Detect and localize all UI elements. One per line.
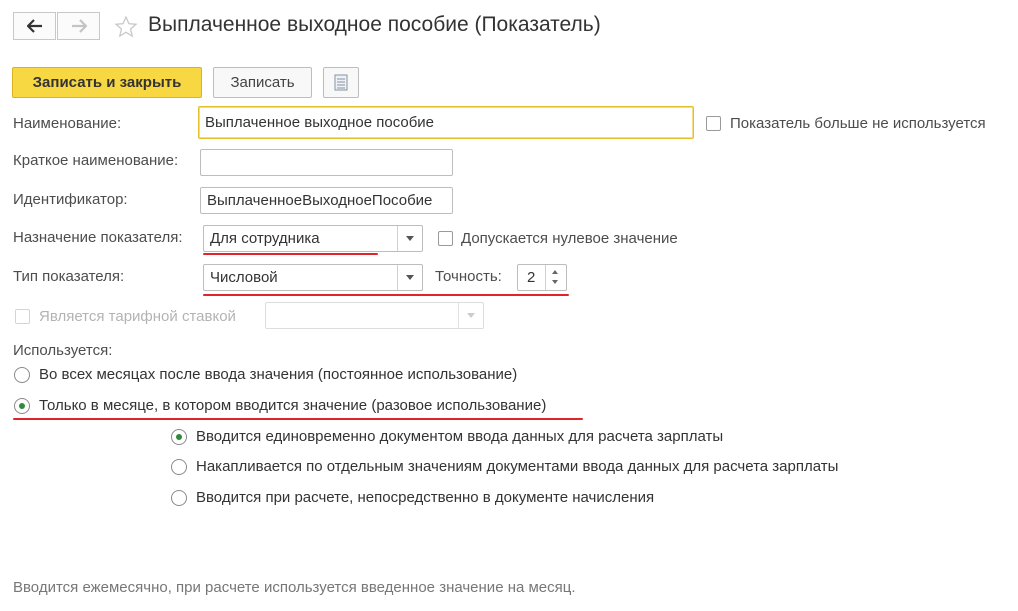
precision-label: Точность: <box>435 268 502 285</box>
usage-option-permanent-label[interactable]: Во всех месяцах после ввода значения (по… <box>39 366 517 383</box>
arrow-right-icon <box>71 19 87 33</box>
identifier-label: Идентификатор: <box>13 191 128 208</box>
sub-option-accumulate-radio[interactable] <box>171 459 187 475</box>
sub-option-document-label[interactable]: Вводится единовременно документом ввода … <box>196 428 723 445</box>
star-icon[interactable] <box>114 15 138 39</box>
stepper-buttons[interactable] <box>545 265 566 290</box>
unused-checkbox[interactable] <box>706 116 721 131</box>
precision-stepper[interactable]: 2 <box>517 264 567 291</box>
sub-option-accumulate-label[interactable]: Накапливается по отдельным значениям док… <box>196 458 838 475</box>
footer-note: Вводится ежемесячно, при расчете использ… <box>13 579 576 596</box>
unused-label: Показатель больше не используется <box>730 115 986 132</box>
identifier-field[interactable]: ВыплаченноеВыходноеПособие <box>200 187 453 214</box>
purpose-select[interactable]: Для сотрудника <box>203 225 423 252</box>
zero-allowed-label: Допускается нулевое значение <box>461 230 678 247</box>
save-button[interactable]: Записать <box>213 67 312 98</box>
stepper-down-icon[interactable] <box>552 280 558 284</box>
save-and-close-button[interactable]: Записать и закрыть <box>12 67 202 98</box>
short-name-field[interactable] <box>200 149 453 176</box>
usage-option-onetime-radio[interactable] <box>14 398 30 414</box>
type-label: Тип показателя: <box>13 268 125 285</box>
back-button[interactable] <box>13 12 56 40</box>
usage-option-onetime-label[interactable]: Только в месяце, в котором вводится знач… <box>39 397 546 414</box>
tariff-checkbox <box>15 309 30 324</box>
type-underline <box>203 294 569 296</box>
chevron-down-icon[interactable] <box>397 226 422 251</box>
forward-button[interactable] <box>57 12 100 40</box>
usage-underline <box>13 418 583 420</box>
name-field[interactable]: Выплаченное выходное пособие <box>198 106 694 139</box>
purpose-label: Назначение показателя: <box>13 229 183 246</box>
tariff-select <box>265 302 484 329</box>
zero-allowed-checkbox[interactable] <box>438 231 453 246</box>
chevron-down-icon <box>458 303 483 328</box>
type-select[interactable]: Числовой <box>203 264 423 291</box>
sub-option-document-radio[interactable] <box>171 429 187 445</box>
sub-option-calculation-label[interactable]: Вводится при расчете, непосредственно в … <box>196 489 654 506</box>
sub-option-calculation-radio[interactable] <box>171 490 187 506</box>
purpose-underline <box>203 253 378 255</box>
short-name-label: Краткое наименование: <box>13 152 179 169</box>
usage-label: Используется: <box>13 342 113 359</box>
purpose-select-value: Для сотрудника <box>210 230 320 247</box>
list-icon <box>334 74 348 91</box>
type-select-value: Числовой <box>210 269 278 286</box>
name-label: Наименование: <box>13 115 122 132</box>
page-title: Выплаченное выходное пособие (Показатель… <box>148 13 601 36</box>
arrow-left-icon <box>26 19 42 33</box>
tariff-label: Является тарифной ставкой <box>39 308 236 325</box>
report-button[interactable] <box>323 67 359 98</box>
stepper-up-icon[interactable] <box>552 270 558 274</box>
chevron-down-icon[interactable] <box>397 265 422 290</box>
precision-value: 2 <box>527 269 536 286</box>
usage-option-permanent-radio[interactable] <box>14 367 30 383</box>
